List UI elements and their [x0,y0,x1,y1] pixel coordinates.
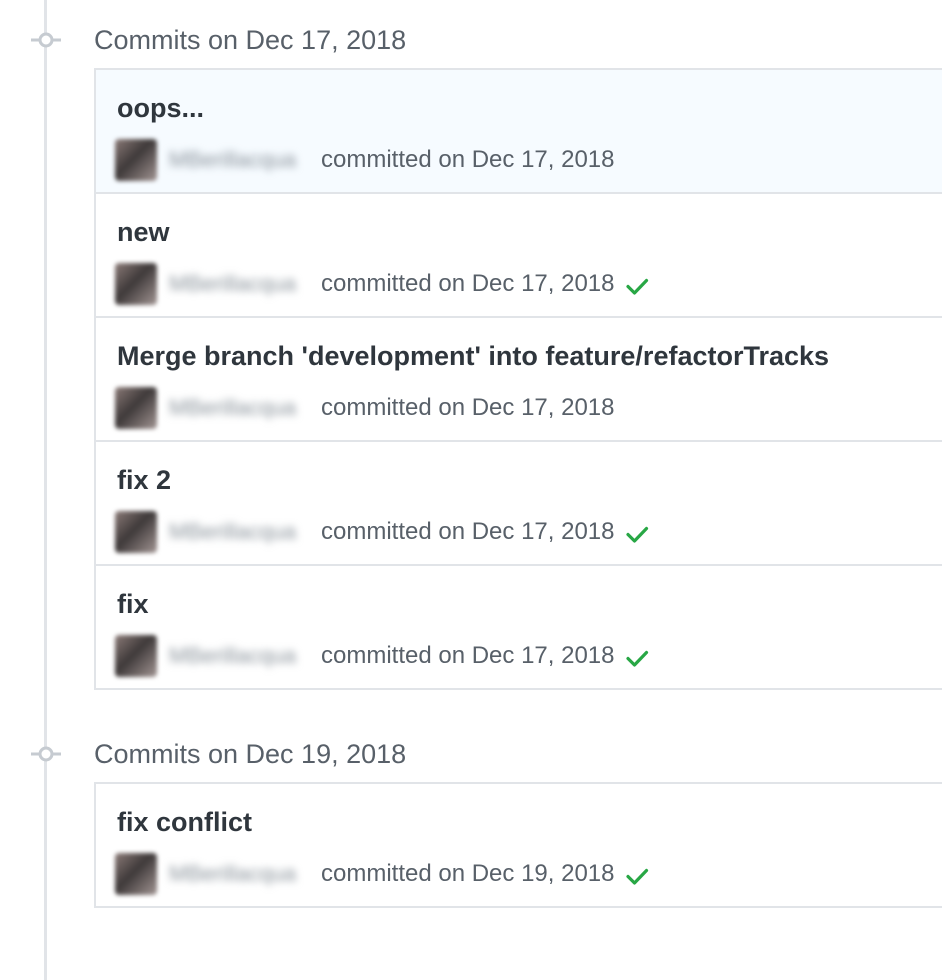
check-icon[interactable] [625,522,649,546]
commit-row[interactable]: Merge branch 'development' into feature/… [96,316,942,440]
commit-meta: MBerillacqua committed on Dec 17, 2018 [115,386,615,430]
commit-date-text: committed on Dec 17, 2018 [321,642,615,669]
commit-meta: MBerillacqua committed on Dec 17, 2018 [115,262,649,306]
commit-row[interactable]: oops... MBerillacqua committed on Dec 17… [96,70,942,192]
commit-group: Commits on Dec 17, 2018 oops... MBerilla… [0,14,942,690]
git-commit-icon [31,746,61,762]
commit-list: fix conflict MBerillacqua committed on D… [94,782,942,908]
commit-message-link[interactable]: oops... [117,92,204,124]
commit-group-title: Commits on Dec 19, 2018 [94,739,407,769]
commit-group-header: Commits on Dec 17, 2018 [0,14,942,68]
commit-message-link[interactable]: new [117,216,170,248]
author-name-redacted[interactable]: MBerillacqua [169,861,315,887]
commit-date-text: committed on Dec 17, 2018 [321,394,615,421]
author-name-redacted[interactable]: MBerillacqua [169,643,315,669]
author-name-redacted[interactable]: MBerillacqua [169,395,315,421]
commit-date-text: committed on Dec 17, 2018 [321,146,615,173]
commit-date-text: committed on Dec 17, 2018 [321,270,615,297]
check-icon[interactable] [625,274,649,298]
commit-meta: MBerillacqua committed on Dec 17, 2018 [115,634,649,678]
commit-group-title: Commits on Dec 17, 2018 [94,25,407,55]
commit-row[interactable]: fix conflict MBerillacqua committed on D… [96,784,942,906]
commit-date-text: committed on Dec 19, 2018 [321,860,615,887]
author-name-redacted[interactable]: MBerillacqua [169,519,315,545]
commit-meta: MBerillacqua committed on Dec 19, 2018 [115,852,649,896]
commit-message-link[interactable]: fix [117,588,149,620]
commit-list: oops... MBerillacqua committed on Dec 17… [94,68,942,690]
avatar[interactable] [115,139,157,181]
check-icon[interactable] [625,646,649,670]
commit-row[interactable]: fix 2 MBerillacqua committed on Dec 17, … [96,440,942,564]
commit-row[interactable]: new MBerillacqua committed on Dec 17, 20… [96,192,942,316]
author-name-redacted[interactable]: MBerillacqua [169,271,315,297]
commit-meta: MBerillacqua committed on Dec 17, 2018 [115,510,649,554]
commit-meta: MBerillacqua committed on Dec 17, 2018 [115,138,615,182]
avatar[interactable] [115,511,157,553]
commit-date-text: committed on Dec 17, 2018 [321,518,615,545]
commit-message-link[interactable]: fix 2 [117,464,171,496]
avatar[interactable] [115,387,157,429]
commit-row[interactable]: fix MBerillacqua committed on Dec 17, 20… [96,564,942,688]
commit-group: Commits on Dec 19, 2018 fix conflict MBe… [0,728,942,908]
avatar[interactable] [115,853,157,895]
commit-message-link[interactable]: Merge branch 'development' into feature/… [117,340,829,372]
author-name-redacted[interactable]: MBerillacqua [169,147,315,173]
commit-message-link[interactable]: fix conflict [117,806,252,838]
commit-group-header: Commits on Dec 19, 2018 [0,728,942,782]
avatar[interactable] [115,635,157,677]
avatar[interactable] [115,263,157,305]
check-icon[interactable] [625,864,649,888]
git-commit-icon [31,32,61,48]
